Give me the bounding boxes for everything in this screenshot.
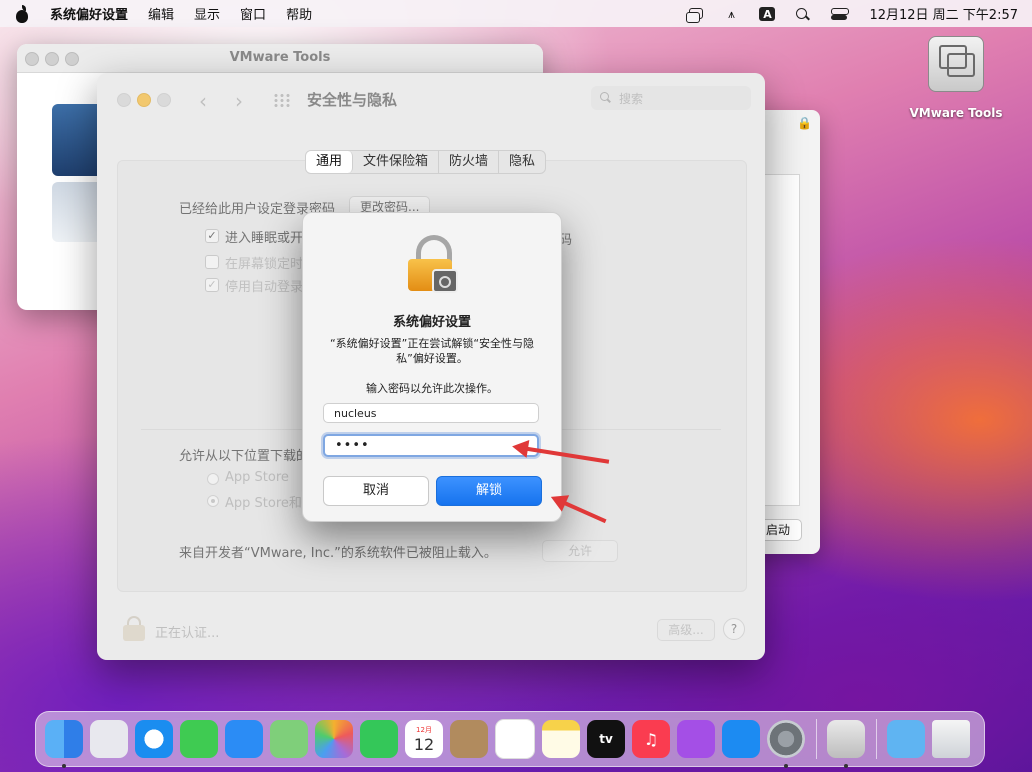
menu-help[interactable]: 帮助	[276, 4, 322, 23]
app-store-identified-radio[interactable]	[207, 495, 219, 507]
help-button[interactable]: ?	[723, 618, 745, 640]
app-store-identified-radio-label: App Store和	[225, 496, 302, 511]
notes-icon[interactable]	[542, 720, 580, 758]
menu-view[interactable]: 显示	[184, 4, 230, 23]
zoom-window-button[interactable]	[157, 93, 171, 107]
safari-icon[interactable]	[135, 720, 173, 758]
menu-edit[interactable]: 编辑	[138, 4, 184, 23]
forward-chevron-icon[interactable]: ›	[235, 89, 243, 113]
desktop-icon-label: VMware Tools	[909, 106, 1003, 120]
menu-window[interactable]: 窗口	[230, 4, 276, 23]
disable-autologin-checkbox[interactable]: ✓	[205, 278, 219, 292]
lock-message-label: 在屏幕锁定时	[225, 257, 304, 272]
app-store-icon[interactable]	[722, 720, 760, 758]
vmware-window-title: VMware Tools	[229, 50, 331, 65]
settings-gear-badge-icon	[432, 269, 458, 293]
dock-separator	[816, 719, 817, 759]
contacts-icon[interactable]	[450, 720, 488, 758]
minimize-window-button[interactable]	[137, 93, 151, 107]
apple-menu-icon[interactable]	[14, 4, 30, 23]
lock-icon: 🔒	[797, 116, 812, 130]
system-preferences-icon[interactable]	[767, 720, 805, 768]
app-store-radio-label: App Store	[225, 470, 289, 485]
username-field[interactable]	[323, 403, 539, 423]
trash-icon[interactable]	[932, 720, 970, 758]
calendar-day: 12	[413, 734, 435, 754]
tab-privacy[interactable]: 隐私	[499, 151, 545, 173]
maps-icon[interactable]	[270, 720, 308, 758]
window-title: 安全性与隐私	[307, 91, 398, 109]
control-center-icon[interactable]	[831, 7, 850, 21]
calendar-month: 12月	[416, 725, 432, 734]
screen-mirroring-icon[interactable]	[686, 8, 704, 23]
tab-bar: 通用 文件保险箱 防火墙 隐私	[305, 150, 547, 174]
dock: 12月 12 tv ♫	[35, 711, 985, 768]
launchpad-icon[interactable]	[90, 720, 128, 758]
back-chevron-icon[interactable]: ‹	[199, 89, 207, 113]
dialog-prompt: 输入密码以允许此次操作。	[366, 382, 498, 395]
podcasts-icon[interactable]	[677, 720, 715, 758]
installer-icon[interactable]	[827, 720, 865, 768]
dock-separator	[876, 719, 877, 759]
show-all-grid-icon[interactable]	[273, 93, 291, 107]
close-window-button[interactable]	[117, 93, 131, 107]
padlock-icon	[408, 235, 458, 293]
input-source-icon[interactable]: A	[759, 6, 776, 21]
security-window-toolbar: ‹ › 安全性与隐私	[97, 73, 765, 125]
tab-firewall[interactable]: 防火墙	[439, 151, 500, 173]
cancel-button[interactable]: 取消	[323, 476, 429, 506]
photos-icon[interactable]	[315, 720, 353, 758]
allow-button[interactable]: 允许	[542, 540, 618, 562]
tv-label: tv	[599, 732, 613, 746]
vmware-window-titlebar[interactable]: VMware Tools	[17, 44, 543, 73]
menu-app-name[interactable]: 系统偏好设置	[40, 4, 138, 23]
require-password-label: 进入睡眠或开	[225, 231, 304, 246]
tab-general[interactable]: 通用	[306, 151, 354, 173]
finder-icon[interactable]	[45, 720, 83, 768]
search-input[interactable]	[617, 89, 741, 109]
lock-message-checkbox[interactable]	[205, 255, 219, 269]
music-icon[interactable]: ♫	[632, 720, 670, 758]
tv-icon[interactable]: tv	[587, 720, 625, 758]
disable-autologin-label: 停用自动登录	[225, 280, 304, 295]
desktop-vmware-tools-volume[interactable]: VMware Tools	[908, 36, 1004, 120]
require-password-checkbox[interactable]: ✓	[205, 229, 219, 243]
menu-bar: 系统偏好设置 编辑 显示 窗口 帮助 ⩚ A 12月12日 周二 下午2:57	[0, 0, 1032, 27]
unlock-button[interactable]: 解锁	[436, 476, 542, 506]
allow-apps-label: 允许从以下位置下载的	[179, 449, 310, 464]
calendar-icon[interactable]: 12月 12	[405, 720, 443, 758]
auth-dialog: 系统偏好设置 “系统偏好设置”正在尝试解锁“安全性与隐私”偏好设置。 输入密码以…	[302, 212, 562, 522]
app-store-radio[interactable]	[207, 473, 219, 485]
spotlight-search-icon[interactable]	[795, 7, 811, 21]
padlock-icon[interactable]	[123, 616, 145, 642]
mail-icon[interactable]	[225, 720, 263, 758]
messages-icon[interactable]	[180, 720, 218, 758]
auth-status-text: 正在认证...	[155, 626, 220, 641]
search-icon	[600, 92, 612, 104]
network-icon[interactable]: ⩚	[723, 7, 739, 21]
password-field[interactable]	[323, 434, 539, 457]
menu-clock[interactable]: 12月12日 周二 下午2:57	[869, 4, 1018, 23]
advanced-button[interactable]: 高级...	[657, 619, 715, 641]
search-field[interactable]	[591, 86, 751, 110]
blocked-software-message: 来自开发者“VMware, Inc.”的系统软件已被阻止载入。	[179, 546, 497, 561]
facetime-icon[interactable]	[360, 720, 398, 758]
downloads-icon[interactable]	[887, 720, 925, 758]
disk-volume-icon	[928, 36, 984, 92]
dialog-title: 系统偏好设置	[392, 315, 471, 330]
tab-filevault[interactable]: 文件保险箱	[353, 151, 440, 173]
reminders-icon[interactable]	[495, 719, 535, 759]
dialog-message: “系统偏好设置”正在尝试解锁“安全性与隐私”偏好设置。	[329, 337, 535, 365]
